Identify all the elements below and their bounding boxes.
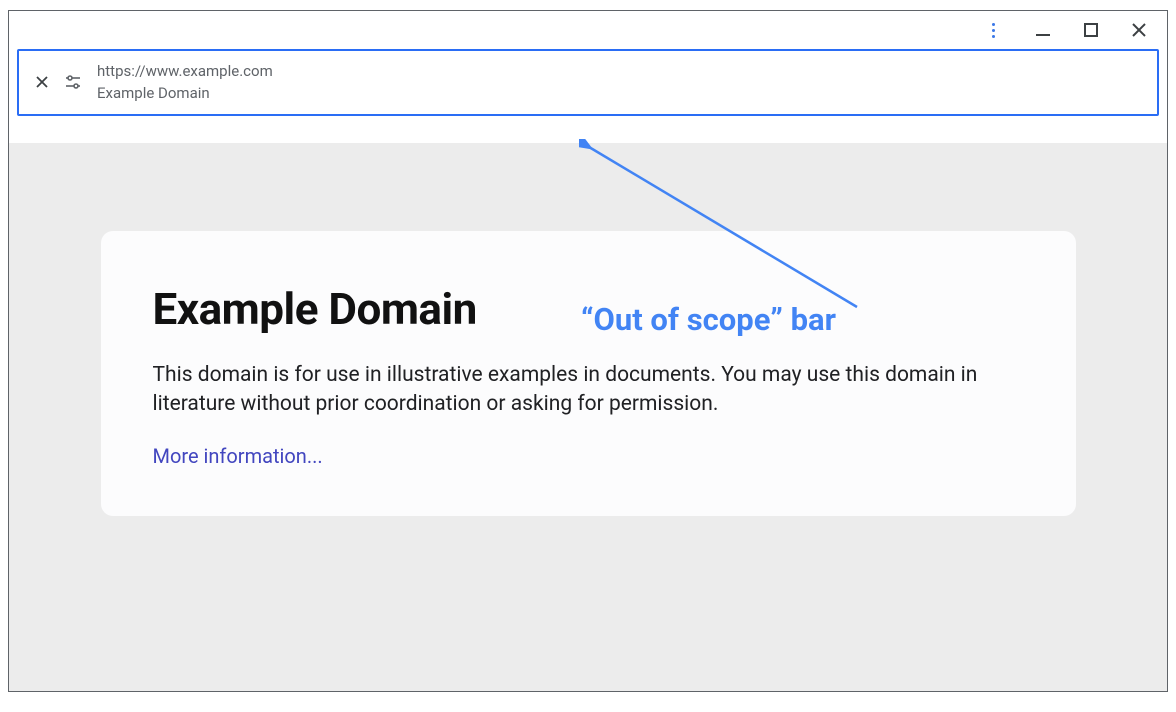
browser-window: https://www.example.com Example Domain E… xyxy=(8,10,1168,692)
address-text: https://www.example.com Example Domain xyxy=(97,61,273,104)
kebab-menu-icon[interactable] xyxy=(985,22,1001,38)
address-page-title: Example Domain xyxy=(97,83,273,103)
more-information-link[interactable]: More information... xyxy=(153,444,323,468)
content-card: Example Domain This domain is for use in… xyxy=(101,231,1076,516)
address-bar[interactable]: https://www.example.com Example Domain xyxy=(17,49,1159,116)
address-url: https://www.example.com xyxy=(97,61,273,81)
page-body-text: This domain is for use in illustrative e… xyxy=(153,361,1024,420)
window-titlebar xyxy=(9,11,1167,49)
tune-icon[interactable] xyxy=(63,72,83,92)
close-window-button[interactable] xyxy=(1129,20,1149,40)
viewport: Example Domain This domain is for use in… xyxy=(9,143,1167,691)
maximize-button[interactable] xyxy=(1081,20,1101,40)
close-icon[interactable] xyxy=(35,75,49,89)
minimize-button[interactable] xyxy=(1033,20,1053,40)
annotation-label: “Out of scope” bar xyxy=(581,301,836,338)
